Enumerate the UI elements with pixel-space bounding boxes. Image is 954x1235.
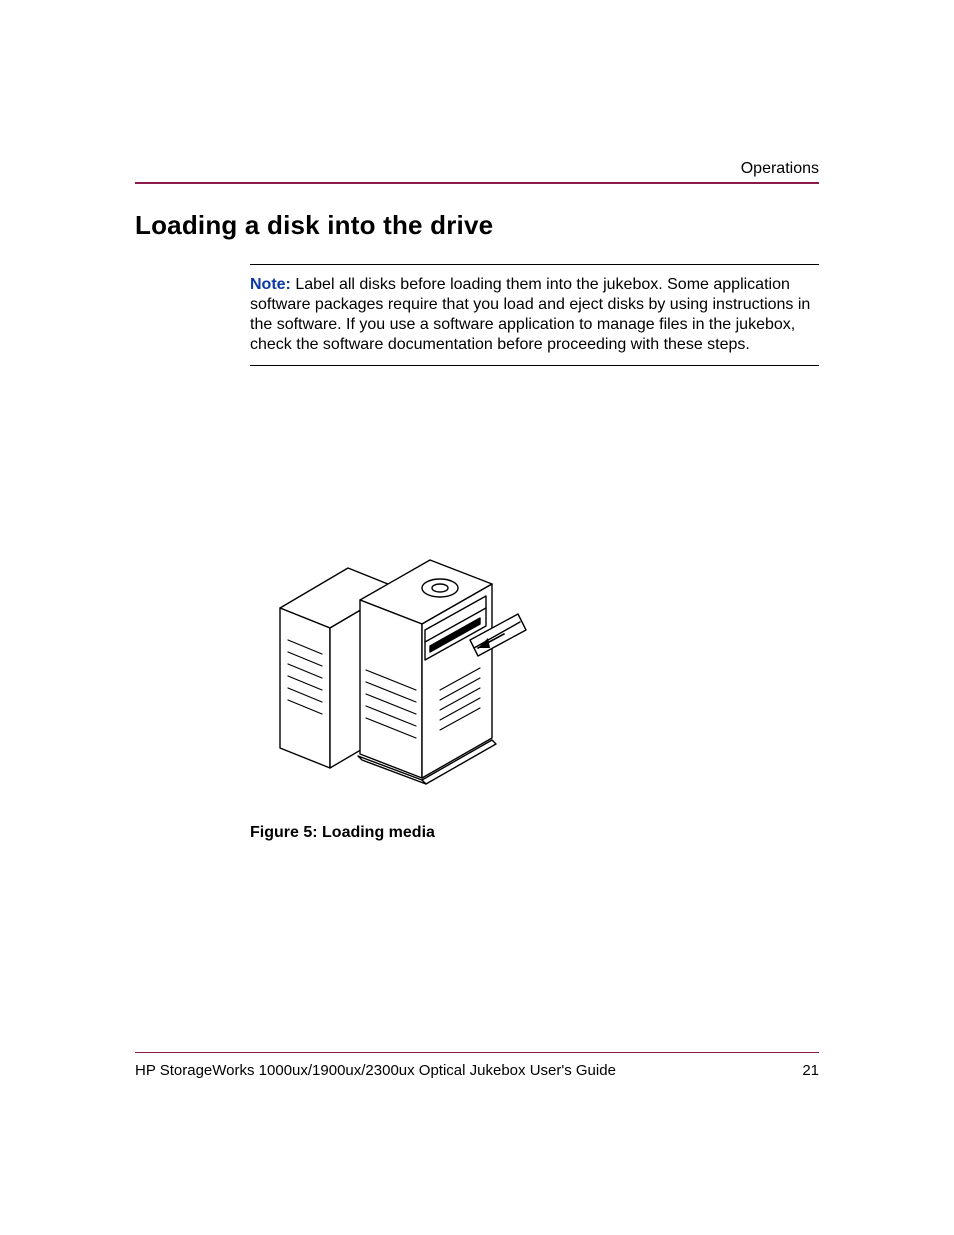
footer-title: HP StorageWorks 1000ux/1900ux/2300ux Opt… [135, 1062, 616, 1079]
footer: HP StorageWorks 1000ux/1900ux/2300ux Opt… [135, 1062, 819, 1079]
figure: Figure 5: Loading media [250, 530, 819, 842]
jukebox-illustration [270, 530, 530, 800]
note-block: Note: Label all disks before loading the… [250, 264, 819, 366]
footer-rule [135, 1052, 819, 1053]
figure-caption: Figure 5: Loading media [250, 824, 819, 842]
document-page: Operations Loading a disk into the drive… [0, 0, 954, 1235]
note-rule-top [250, 264, 819, 265]
note-text: Label all disks before loading them into… [250, 276, 810, 353]
running-head-section: Operations [741, 160, 819, 178]
footer-page-number: 21 [802, 1062, 819, 1079]
note-body: Note: Label all disks before loading the… [250, 275, 819, 355]
note-rule-bottom [250, 365, 819, 366]
page-heading: Loading a disk into the drive [135, 210, 493, 241]
header-rule [135, 182, 819, 184]
note-label: Note: [250, 276, 291, 293]
figure-caption-prefix: Figure 5: [250, 824, 322, 841]
figure-caption-title: Loading media [322, 824, 435, 841]
